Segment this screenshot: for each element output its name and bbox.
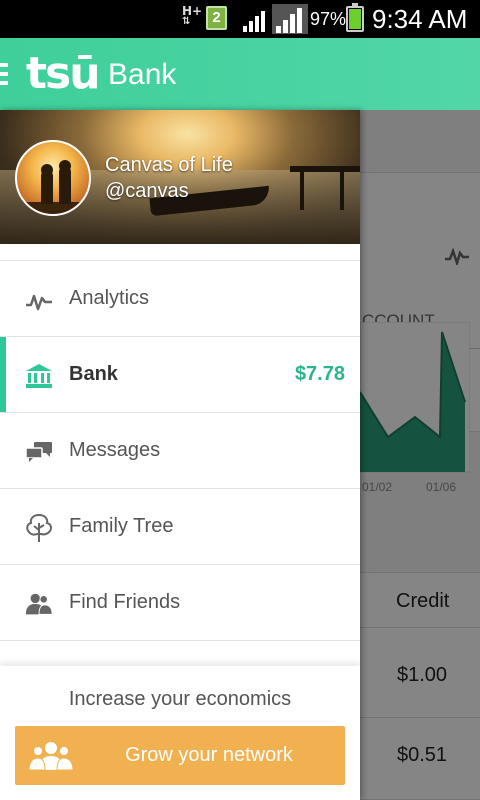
app-bar: tsū Bank xyxy=(0,38,480,110)
battery-icon xyxy=(346,3,364,32)
menu-item-label: Family Tree xyxy=(69,515,174,537)
footer-promo-text: Increase your economics xyxy=(68,688,292,710)
menu-item-bank[interactable]: Bank $7.78 xyxy=(0,337,360,413)
menu-item-label: Find Friends xyxy=(69,591,181,613)
menu-item-label: Bank xyxy=(69,363,118,385)
app-logo[interactable]: tsū xyxy=(26,48,101,99)
screen: H+ ⇅ 2 97% 9:34 AM tsū Bank CCOUNT 01/02… xyxy=(0,0,480,800)
grow-network-button[interactable]: Grow your network xyxy=(15,726,345,785)
analytics-icon xyxy=(24,285,54,315)
grow-network-label: Grow your network xyxy=(125,744,293,766)
status-bar: H+ ⇅ 2 97% 9:34 AM xyxy=(0,0,480,38)
bank-icon xyxy=(24,361,54,391)
navigation-drawer: Canvas of Life @canvas Analytics Bank $7… xyxy=(0,110,360,800)
data-arrows-icon: ⇅ xyxy=(182,16,191,27)
profile-handle: @canvas xyxy=(105,180,189,202)
menu-icon[interactable] xyxy=(0,63,8,85)
profile-header[interactable]: Canvas of Life @canvas xyxy=(0,110,360,244)
menu-item-find-friends[interactable]: Find Friends xyxy=(0,565,360,641)
notification-badge: 2 xyxy=(206,6,227,30)
find-friends-icon xyxy=(24,589,54,619)
menu-item-label: Messages xyxy=(69,439,161,461)
family-tree-icon xyxy=(24,513,54,543)
signal-icon-secondary xyxy=(272,4,308,34)
battery-percent: 97% xyxy=(310,9,347,29)
drawer-menu: Analytics Bank $7.78 Messages Family Tre… xyxy=(0,260,360,641)
menu-item-messages[interactable]: Messages xyxy=(0,413,360,489)
menu-item-family-tree[interactable]: Family Tree xyxy=(0,489,360,565)
network-indicator: H+ ⇅ xyxy=(182,4,203,27)
messages-icon xyxy=(24,437,54,467)
header-image-pier xyxy=(340,170,344,210)
menu-item-label: Analytics xyxy=(69,287,150,309)
profile-name: Canvas of Life xyxy=(105,154,233,176)
bank-balance: $7.78 xyxy=(294,363,345,385)
page-title: Bank xyxy=(108,58,177,91)
avatar[interactable] xyxy=(15,140,91,216)
drawer-footer: Increase your economics Grow your networ… xyxy=(0,666,360,800)
header-image-pier xyxy=(300,170,304,210)
signal-icon xyxy=(243,11,265,32)
clock: 9:34 AM xyxy=(372,4,468,34)
menu-item-analytics[interactable]: Analytics xyxy=(0,261,360,337)
